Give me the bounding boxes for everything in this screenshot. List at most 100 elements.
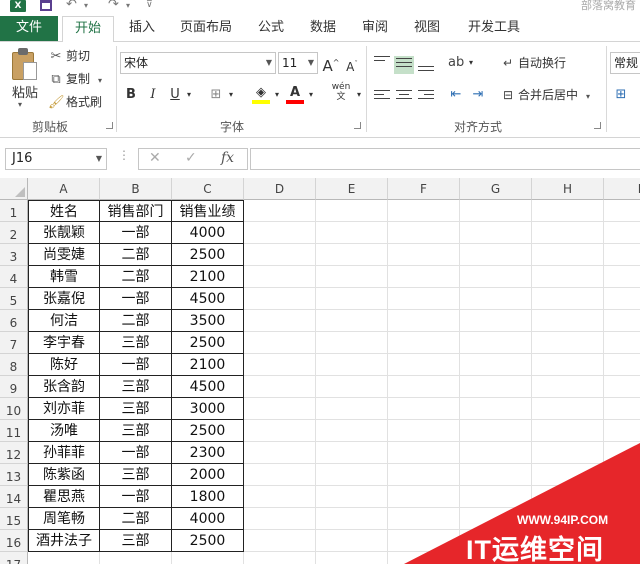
table-cell[interactable]: 韩雪 — [28, 266, 100, 288]
table-cell[interactable]: 刘亦菲 — [28, 398, 100, 420]
tab-view[interactable]: 视图 — [404, 16, 450, 42]
font-color-icon[interactable]: A — [286, 84, 304, 104]
empty-cell[interactable] — [316, 266, 388, 288]
row-header-17[interactable]: 17 — [0, 552, 28, 564]
table-cell[interactable]: 一部 — [100, 222, 172, 244]
empty-cell[interactable] — [460, 508, 532, 530]
column-header-g[interactable]: G — [460, 178, 532, 200]
row-header-10[interactable]: 10 — [0, 398, 28, 420]
table-cell[interactable]: 2100 — [172, 354, 244, 376]
empty-cell[interactable] — [316, 442, 388, 464]
formula-input[interactable] — [250, 148, 640, 170]
empty-cell[interactable] — [316, 398, 388, 420]
empty-cell[interactable] — [604, 200, 640, 222]
empty-cell[interactable] — [532, 552, 604, 564]
decrease-indent-icon[interactable]: ⇤ — [448, 84, 464, 106]
empty-cell[interactable] — [316, 420, 388, 442]
empty-cell[interactable] — [460, 464, 532, 486]
empty-cell[interactable] — [244, 244, 316, 266]
empty-cell[interactable] — [316, 288, 388, 310]
empty-cell[interactable] — [604, 244, 640, 266]
tab-file[interactable]: 文件 — [0, 16, 58, 41]
row-header-14[interactable]: 14 — [0, 486, 28, 508]
column-header-a[interactable]: A — [28, 178, 100, 200]
empty-cell[interactable] — [388, 244, 460, 266]
align-center-icon[interactable] — [396, 90, 412, 104]
font-size-select[interactable]: 11 ▼ — [278, 52, 318, 74]
empty-cell[interactable] — [316, 222, 388, 244]
row-header-9[interactable]: 9 — [0, 376, 28, 398]
empty-cell[interactable] — [244, 288, 316, 310]
tab-home[interactable]: 开始 — [62, 16, 114, 43]
empty-cell[interactable] — [604, 486, 640, 508]
tab-review[interactable]: 审阅 — [352, 16, 398, 42]
table-cell[interactable]: 一部 — [100, 486, 172, 508]
empty-cell[interactable] — [604, 310, 640, 332]
empty-cell[interactable] — [316, 244, 388, 266]
table-cell[interactable]: 2500 — [172, 420, 244, 442]
table-cell[interactable]: 一部 — [100, 288, 172, 310]
empty-cell[interactable] — [460, 486, 532, 508]
table-cell[interactable]: 孙菲菲 — [28, 442, 100, 464]
row-header-12[interactable]: 12 — [0, 442, 28, 464]
align-left-icon[interactable] — [374, 90, 390, 104]
empty-cell[interactable] — [460, 310, 532, 332]
table-cell[interactable]: 2500 — [172, 530, 244, 552]
tab-formulas[interactable]: 公式 — [248, 16, 294, 42]
table-cell[interactable]: 张嘉倪 — [28, 288, 100, 310]
table-cell[interactable]: 2000 — [172, 464, 244, 486]
empty-cell[interactable] — [244, 442, 316, 464]
empty-cell[interactable] — [460, 420, 532, 442]
more-options-icon[interactable]: ⋮ — [118, 148, 130, 162]
table-header-cell[interactable]: 销售部门 — [100, 200, 172, 222]
chevron-down-icon[interactable]: ▾ — [184, 84, 194, 106]
empty-cell[interactable] — [316, 552, 388, 564]
empty-cell[interactable] — [532, 200, 604, 222]
empty-cell[interactable] — [244, 420, 316, 442]
table-cell[interactable]: 周笔畅 — [28, 508, 100, 530]
column-header-h[interactable]: H — [532, 178, 604, 200]
merge-center-button[interactable]: ⊟ 合并后居中 ▾ — [500, 84, 590, 106]
table-cell[interactable]: 瞿思燕 — [28, 486, 100, 508]
table-cell[interactable]: 三部 — [100, 464, 172, 486]
row-header-16[interactable]: 16 — [0, 530, 28, 552]
empty-cell[interactable] — [316, 310, 388, 332]
empty-cell[interactable] — [316, 486, 388, 508]
accounting-format-icon[interactable]: ⊞ — [612, 84, 630, 106]
customize-qat-icon[interactable]: ⊽ — [146, 0, 153, 10]
empty-cell[interactable] — [532, 398, 604, 420]
redo-icon[interactable]: ↷ — [108, 0, 119, 12]
empty-cell[interactable] — [604, 266, 640, 288]
table-cell[interactable]: 陈好 — [28, 354, 100, 376]
table-cell[interactable]: 三部 — [100, 398, 172, 420]
empty-cell[interactable] — [604, 508, 640, 530]
tab-insert[interactable]: 插入 — [118, 16, 166, 42]
empty-cell[interactable] — [388, 332, 460, 354]
empty-cell[interactable] — [388, 222, 460, 244]
empty-cell[interactable] — [532, 442, 604, 464]
empty-cell[interactable] — [604, 376, 640, 398]
table-cell[interactable]: 二部 — [100, 310, 172, 332]
table-cell[interactable]: 张靓颖 — [28, 222, 100, 244]
empty-cell[interactable] — [388, 200, 460, 222]
table-cell[interactable]: 三部 — [100, 376, 172, 398]
copy-button[interactable]: ⧉ 复制 ▾ — [48, 69, 102, 89]
table-header-cell[interactable]: 销售业绩 — [172, 200, 244, 222]
empty-cell[interactable] — [460, 288, 532, 310]
fill-color-icon[interactable]: ◈ — [252, 84, 270, 104]
empty-cell[interactable] — [172, 552, 244, 564]
empty-cell[interactable] — [532, 222, 604, 244]
empty-cell[interactable] — [460, 244, 532, 266]
table-cell[interactable]: 3500 — [172, 310, 244, 332]
cut-button[interactable]: ✂ 剪切 — [48, 46, 90, 66]
column-header-d[interactable]: D — [244, 178, 316, 200]
empty-cell[interactable] — [244, 530, 316, 552]
underline-button[interactable]: U — [168, 84, 182, 106]
table-cell[interactable]: 何洁 — [28, 310, 100, 332]
table-cell[interactable]: 二部 — [100, 508, 172, 530]
decrease-font-size-icon[interactable]: Aˇ — [344, 53, 360, 75]
empty-cell[interactable] — [604, 398, 640, 420]
align-bottom-icon[interactable] — [418, 60, 434, 74]
column-header-b[interactable]: B — [100, 178, 172, 200]
empty-cell[interactable] — [532, 288, 604, 310]
